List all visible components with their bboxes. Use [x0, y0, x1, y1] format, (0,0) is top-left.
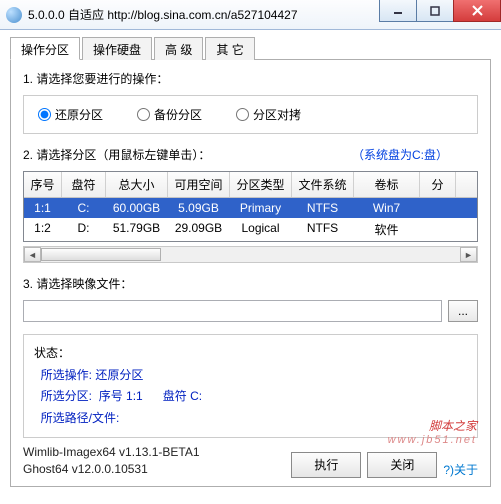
table-row[interactable]: 1:2D:51.79GB29.09GBLogicalNTFS软件	[24, 218, 477, 241]
system-drive-hint: （系统盘为C:盘）	[352, 146, 448, 163]
operation-radio-group: 还原分区 备份分区 分区对拷	[23, 95, 478, 134]
col-type[interactable]: 分区类型	[230, 172, 292, 197]
status-path: 所选路径/文件:	[34, 408, 467, 430]
status-partition: 所选分区: 序号 1:1 盘符 C:	[34, 386, 467, 408]
grid-hscrollbar[interactable]: ◄ ►	[23, 246, 478, 263]
titlebar: 5.0.0.0 自适应 http://blog.sina.com.cn/a527…	[0, 0, 501, 30]
tab-disk[interactable]: 操作硬盘	[82, 37, 152, 60]
col-free[interactable]: 可用空间	[168, 172, 230, 197]
minimize-button[interactable]	[379, 0, 417, 22]
tab-advanced[interactable]: 高 级	[154, 37, 203, 60]
radio-backup[interactable]: 备份分区	[137, 106, 202, 123]
col-drive[interactable]: 盘符	[62, 172, 106, 197]
scroll-thumb[interactable]	[41, 248, 161, 261]
footer: Wimlib-Imagex64 v1.13.1-BETA1 Ghost64 v1…	[23, 444, 478, 478]
radio-restore[interactable]: 还原分区	[38, 106, 103, 123]
col-label[interactable]: 卷标	[354, 172, 420, 197]
radio-copy[interactable]: 分区对拷	[236, 106, 301, 123]
close-button[interactable]	[453, 0, 501, 22]
about-link[interactable]: ?)关于	[443, 461, 478, 478]
section-partition: 2. 请选择分区（用鼠标左键单击）： （系统盘为C:盘） 序号 盘符 总大小 可…	[23, 146, 478, 263]
version-info: Wimlib-Imagex64 v1.13.1-BETA1 Ghost64 v1…	[23, 444, 285, 478]
col-extra[interactable]: 分	[420, 172, 456, 197]
status-box: 状态： 所选操作: 还原分区 所选分区: 序号 1:1 盘符 C: 所选路径/文…	[23, 334, 478, 438]
col-fs[interactable]: 文件系统	[292, 172, 354, 197]
execute-button[interactable]: 执行	[291, 452, 361, 478]
col-size[interactable]: 总大小	[106, 172, 168, 197]
status-operation: 所选操作: 还原分区	[34, 365, 467, 387]
grid-header: 序号 盘符 总大小 可用空间 分区类型 文件系统 卷标 分	[24, 172, 477, 198]
section3-title: 3. 请选择映像文件：	[23, 275, 478, 292]
section-operation: 1. 请选择您要进行的操作： 还原分区 备份分区 分区对拷	[23, 70, 478, 134]
tab-other[interactable]: 其 它	[205, 37, 254, 60]
scroll-left-icon[interactable]: ◄	[24, 247, 41, 262]
scroll-right-icon[interactable]: ►	[460, 247, 477, 262]
section2-title: 2. 请选择分区（用鼠标左键单击）： （系统盘为C:盘）	[23, 146, 478, 163]
tab-bar: 操作分区 操作硬盘 高 级 其 它	[10, 36, 491, 60]
table-row[interactable]: 1:1C:60.00GB5.09GBPrimaryNTFSWin7	[24, 198, 477, 218]
image-path-input[interactable]	[23, 300, 442, 322]
status-label: 状态：	[34, 343, 467, 365]
browse-button[interactable]: ...	[448, 300, 478, 322]
app-icon	[6, 7, 22, 23]
section1-title: 1. 请选择您要进行的操作：	[23, 70, 478, 87]
tab-partition[interactable]: 操作分区	[10, 37, 80, 60]
maximize-button[interactable]	[416, 0, 454, 22]
section-image: 3. 请选择映像文件： ...	[23, 275, 478, 322]
col-index[interactable]: 序号	[24, 172, 62, 197]
partition-grid[interactable]: 序号 盘符 总大小 可用空间 分区类型 文件系统 卷标 分 1:1C:60.00…	[23, 171, 478, 242]
close-dialog-button[interactable]: 关闭	[367, 452, 437, 478]
